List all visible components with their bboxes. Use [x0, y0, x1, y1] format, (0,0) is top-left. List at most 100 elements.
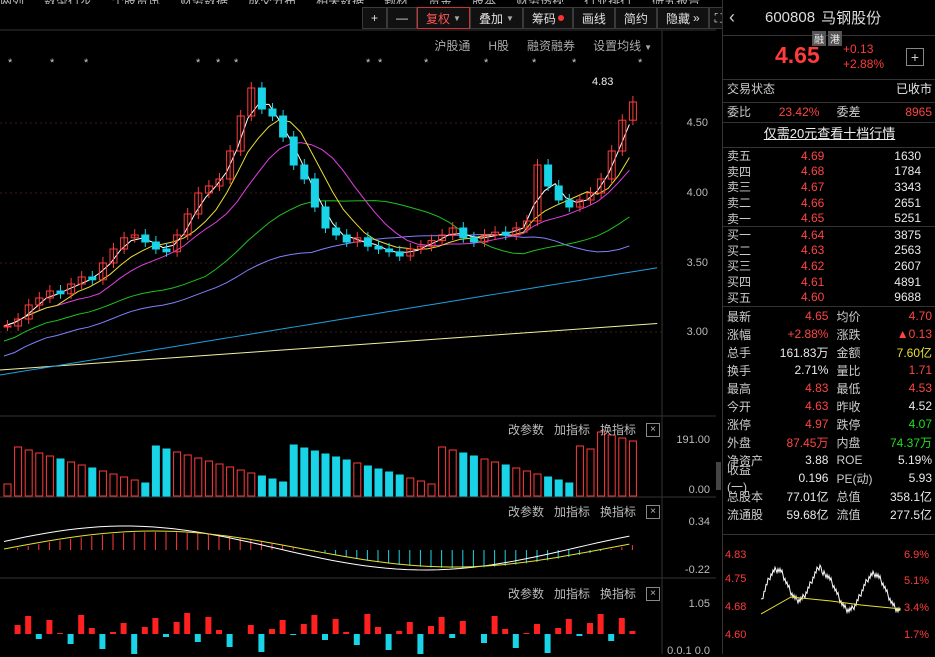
close-icon[interactable]: ×	[646, 422, 661, 437]
top-nav-tab[interactable]: 题材	[384, 0, 408, 4]
switch-indicator-button[interactable]: 换指标	[600, 421, 636, 438]
volume-bar	[109, 473, 118, 497]
close-icon[interactable]: ×	[646, 586, 661, 601]
level-label: 买三	[727, 259, 752, 274]
top-nav-tab[interactable]: 数型行步	[44, 0, 92, 4]
top-nav-tab[interactable]: 研究报告	[652, 0, 700, 4]
indicator-bar	[99, 634, 106, 649]
volume-bar	[480, 458, 489, 497]
volume-bar	[183, 454, 192, 497]
switch-indicator-button[interactable]: 换指标	[600, 503, 636, 520]
mini-pct-label: 5.1%	[904, 575, 930, 587]
order-book-row: 卖五 4.69 1630	[727, 148, 932, 164]
candle-body	[363, 237, 372, 247]
level-label: 卖一	[727, 211, 752, 226]
level-volume: 2607	[894, 258, 921, 273]
mini-price-label: 4.68	[725, 601, 747, 613]
simple-mode-button[interactable]: 简约	[614, 7, 657, 29]
order-book-row: 买一 4.64 3875	[727, 227, 932, 243]
chip-button[interactable]: 筹码	[522, 7, 573, 29]
margin-trading-link[interactable]: 融资融券	[527, 37, 575, 54]
stat-label: 昨收	[836, 399, 861, 414]
volume-bar	[130, 479, 139, 497]
volume-bar	[289, 444, 298, 497]
panel-collapse-handle[interactable]	[716, 462, 721, 490]
zoom-in-button[interactable]: +	[362, 7, 388, 29]
switch-indicator-button[interactable]: 换指标	[600, 585, 636, 602]
fuquan-button[interactable]: 复权 ▼	[417, 7, 470, 29]
indicator-bar	[512, 634, 519, 648]
top-nav-tab[interactable]: 相关数据	[316, 0, 364, 4]
trade-status-label: 交易状态	[727, 82, 776, 96]
hide-button[interactable]: 隐藏»	[656, 7, 709, 29]
bid-book: 买一 4.64 3875 买二 4.63 2563 买三 4.62 2607 买四 4.61 4891…	[723, 226, 935, 305]
indicator-bar	[534, 624, 540, 634]
change-params-button[interactable]: 改参数	[508, 585, 544, 602]
zoom-out-button[interactable]: —	[387, 7, 418, 29]
mini-pct-label: 6.9%	[904, 549, 930, 561]
indicator-bar	[375, 627, 381, 634]
volume-bar	[14, 446, 23, 497]
level-label: 买一	[727, 228, 752, 243]
level-label: 卖三	[727, 180, 752, 195]
volume-bar	[204, 460, 213, 497]
top-nav-tab[interactable]: 资金	[428, 0, 452, 4]
top-nav-tab[interactable]: 财务透视	[516, 0, 564, 4]
high-price-label: 4.83	[592, 76, 614, 88]
indicator-bar	[481, 634, 487, 643]
top-nav-tab[interactable]: 成交分布	[248, 0, 296, 4]
indicator-bar	[258, 634, 265, 652]
top-nav-tab[interactable]: 两列	[0, 0, 24, 4]
stat-row: 收益(一) 0.196 PE(动) 5.93	[727, 463, 932, 494]
stat-row: 今开 4.63 昨收 4.52	[727, 397, 932, 415]
chart-canvas[interactable]: * * * * * * * * * * * * *	[0, 0, 716, 654]
draw-line-button[interactable]: 画线	[572, 7, 615, 29]
overlay-button[interactable]: 叠加 ▼	[469, 7, 523, 29]
stat-value: 161.83万	[779, 345, 829, 360]
level-price: 4.61	[801, 274, 825, 289]
indicator-bar	[226, 634, 233, 647]
mini-chart[interactable]: 4.83 4.75 4.68 4.60 6.9% 5.1% 3.4% 1.7%	[723, 534, 935, 654]
add-indicator-button[interactable]: 加指标	[554, 421, 590, 438]
indicator-bar	[353, 634, 360, 645]
level-price: 4.67	[801, 179, 825, 194]
ten-level-link[interactable]: 仅需20元查看十档行情	[764, 126, 895, 141]
back-icon[interactable]: ‹	[729, 7, 749, 28]
close-icon[interactable]: ×	[646, 504, 661, 519]
chip-label: 筹码	[531, 11, 556, 26]
add-indicator-button[interactable]: 加指标	[554, 585, 590, 602]
volume-bar	[575, 445, 584, 497]
change-params-button[interactable]: 改参数	[508, 421, 544, 438]
top-nav-tab[interactable]: 个股资讯	[112, 0, 160, 4]
indicator-bar	[618, 618, 625, 634]
weicha-label: 委差	[836, 105, 861, 119]
top-nav-tab[interactable]: 股本	[472, 0, 496, 4]
ma120-line	[0, 267, 658, 376]
add-watchlist-button[interactable]: +	[906, 48, 924, 66]
top-nav-tab[interactable]: 财务数据	[180, 0, 228, 4]
stat-label: 总手	[727, 345, 752, 360]
stat-label: 今开	[727, 399, 752, 414]
event-marker: *	[216, 57, 221, 69]
stat-value: 59.68亿	[786, 507, 829, 522]
kline-chart-area[interactable]: * * * * * * * * * * * * * 两列 数型行步 个股资讯 财务数据 成交分布 相关数据 题材 资金…	[0, 0, 730, 657]
indicator-bar	[385, 634, 392, 650]
level-price: 4.63	[801, 243, 825, 258]
indicator-bar	[88, 628, 95, 634]
indicator-bar	[629, 631, 636, 634]
indicator-bar	[110, 632, 116, 634]
indicator-bar	[14, 625, 21, 634]
hgt-link[interactable]: 沪股通	[434, 37, 470, 54]
indicator-bar	[205, 617, 212, 634]
set-ma-dropdown[interactable]: 设置均线 ▼	[593, 37, 652, 54]
top-nav-tab[interactable]: 行业排行	[584, 0, 632, 4]
stat-value: 4.65	[805, 309, 829, 323]
ma20-line	[3, 142, 630, 327]
volume-bar	[385, 471, 394, 497]
h-share-link[interactable]: H股	[488, 37, 509, 54]
change-params-button[interactable]: 改参数	[508, 503, 544, 520]
stat-label: PE(动)	[836, 471, 873, 486]
level-volume: 1630	[894, 148, 921, 163]
volume-bar	[120, 476, 129, 497]
add-indicator-button[interactable]: 加指标	[554, 503, 590, 520]
